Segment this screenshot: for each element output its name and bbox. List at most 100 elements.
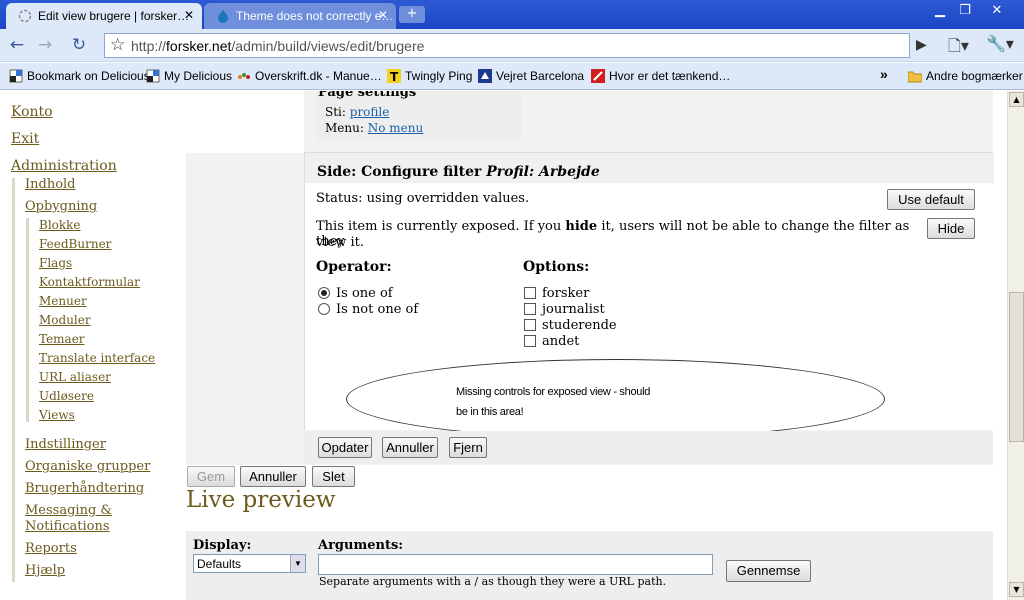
operator-radio-is-not-one-of[interactable] — [318, 303, 330, 315]
title-bar: Edit view brugere | forsker… ✕ Theme doe… — [0, 0, 1024, 29]
restore-button[interactable]: ❐ — [951, 2, 979, 20]
delete-button[interactable]: Slet — [312, 466, 355, 487]
go-icon[interactable]: ▶ — [916, 37, 927, 53]
url-path: /admin/build/views/edit/brugere — [231, 38, 425, 54]
other-bookmarks[interactable]: Andre bogmærker — [908, 69, 1023, 83]
page-menu-icon[interactable]: 🗋▾ — [948, 35, 969, 62]
sidebar-item-konto[interactable]: Konto — [11, 104, 53, 120]
sidebar-item-temaer[interactable]: Temaer — [39, 332, 85, 346]
tab-edit-view[interactable]: Edit view brugere | forsker… ✕ — [6, 3, 202, 29]
filter-name: Profil: Arbejde — [486, 164, 600, 180]
sidebar-item-organiske-grupper[interactable]: Organiske grupper — [25, 459, 150, 474]
back-icon[interactable]: ← — [4, 34, 30, 56]
scroll-up-icon[interactable]: ▲ — [1009, 92, 1024, 107]
page-viewport: Konto Exit Administration Indhold Opbygn… — [0, 91, 1007, 600]
filter-action-row: Opdater Annuller Fjern — [304, 431, 993, 464]
operator-radio-is-one-of[interactable] — [318, 287, 330, 299]
close-icon[interactable]: ✕ — [184, 8, 194, 22]
tab-title: Theme does not correctly e… — [236, 9, 394, 23]
option-checkbox-journalist[interactable] — [524, 303, 536, 315]
url-scheme: http:// — [131, 38, 167, 54]
save-button[interactable]: Gem — [187, 466, 235, 487]
option-checkbox-andet[interactable] — [524, 335, 536, 347]
menu-label: Menu: — [325, 121, 364, 135]
path-link[interactable]: profile — [350, 105, 390, 119]
twingly-icon: T — [387, 69, 401, 83]
sidebar-item-brugerhaandtering[interactable]: Brugerhåndtering — [25, 481, 144, 496]
use-default-button[interactable]: Use default — [887, 189, 975, 210]
sidebar-item-opbygning[interactable]: Opbygning — [25, 199, 97, 214]
wrench-icon[interactable]: 🔧▾ — [986, 34, 1014, 53]
options-label: Options: — [523, 259, 590, 275]
loading-icon — [18, 9, 32, 23]
sidebar-item-feedburner[interactable]: FeedBurner — [39, 237, 111, 251]
scroll-down-icon[interactable]: ▼ — [1009, 582, 1024, 597]
sidebar-item-flags[interactable]: Flags — [39, 256, 72, 270]
option-checkbox-forsker[interactable] — [524, 287, 536, 299]
scrollbar-thumb[interactable] — [1009, 292, 1024, 442]
sidebar-item-udlosere[interactable]: Udløsere — [39, 389, 94, 403]
remove-button[interactable]: Fjern — [449, 437, 487, 458]
bookmarks-bar: Bookmark on Delicious My Delicious Overs… — [0, 63, 1024, 90]
sidebar-item-translate-interface[interactable]: Translate interface — [39, 351, 155, 365]
chevron-down-icon: ▼ — [290, 555, 305, 572]
arguments-help: Separate arguments with a / as though th… — [319, 575, 667, 588]
sidebar-item-reports[interactable]: Reports — [25, 541, 77, 556]
chevron-right-icon[interactable]: » — [880, 66, 888, 82]
display-column — [186, 91, 304, 153]
operator-option-label: Is one of — [336, 286, 393, 301]
exposed-text-line2: view it. — [316, 235, 364, 250]
minimize-button[interactable]: ▁ — [926, 2, 954, 20]
sidebar-item-notifications[interactable]: Notifications — [25, 519, 110, 534]
status-text: Status: using overridden values. — [316, 191, 530, 206]
update-button[interactable]: Opdater — [318, 437, 372, 458]
new-tab-button[interactable]: + — [399, 6, 425, 23]
menu-link[interactable]: No menu — [368, 121, 423, 135]
bookmark-item[interactable]: Overskrift.dk - Manue… — [237, 69, 382, 83]
option-label: andet — [542, 334, 580, 349]
sidebar-item-indstillinger[interactable]: Indstillinger — [25, 437, 106, 452]
vertical-scrollbar[interactable]: ▲ ▼ — [1007, 91, 1024, 600]
bookmark-item[interactable]: Vejret Barcelona — [478, 69, 584, 83]
tab-drupal-issue[interactable]: Theme does not correctly e… ✕ — [204, 3, 396, 29]
option-checkbox-studerende[interactable] — [524, 319, 536, 331]
close-window-button[interactable]: ✕ — [983, 2, 1011, 20]
page-settings-title: Page settings — [318, 91, 417, 100]
overskrift-icon — [238, 73, 250, 79]
address-bar[interactable]: ☆ http://forsker.net/admin/build/views/e… — [104, 33, 910, 58]
panel-title: Side: Configure filter Profil: Arbejde — [317, 164, 600, 180]
live-preview-title: Live preview — [186, 487, 336, 513]
arguments-label: Arguments: — [318, 538, 404, 553]
sidebar-item-kontaktformular[interactable]: Kontaktformular — [39, 275, 140, 289]
sidebar-item-menuer[interactable]: Menuer — [39, 294, 87, 308]
cancel-filter-button[interactable]: Annuller — [382, 437, 438, 458]
tab-title: Edit view brugere | forsker… — [38, 9, 190, 23]
sidebar-item-url-aliaser[interactable]: URL aliaser — [39, 370, 111, 384]
display-label: Display: — [193, 538, 252, 553]
arguments-input[interactable] — [318, 554, 713, 575]
annotation-text: Missing controls for exposed view - shou… — [456, 386, 651, 418]
sidebar-item-administration[interactable]: Administration — [11, 158, 117, 174]
sidebar-item-messaging[interactable]: Messaging & — [25, 503, 112, 518]
display-select[interactable]: Defaults ▼ — [193, 554, 306, 573]
exposed-text: This item is currently exposed. If you h… — [316, 219, 910, 249]
sidebar-item-views[interactable]: Views — [39, 408, 75, 422]
bookmark-item[interactable]: Hvor er det tænkend… — [591, 69, 730, 83]
preview-submit-button[interactable]: Gennemse — [726, 560, 811, 582]
star-icon[interactable]: ☆ — [110, 35, 125, 55]
page-icon — [591, 69, 605, 83]
hide-button[interactable]: Hide — [927, 218, 975, 239]
sidebar-item-hjaelp[interactable]: Hjælp — [25, 563, 65, 578]
close-icon[interactable]: ✕ — [378, 8, 388, 22]
bookmark-item[interactable]: Bookmark on Delicious — [9, 69, 150, 83]
bookmark-item[interactable]: My Delicious — [146, 69, 232, 83]
sidebar-item-indhold[interactable]: Indhold — [25, 177, 76, 192]
reload-icon[interactable]: ↻ — [66, 34, 92, 56]
sidebar-item-moduler[interactable]: Moduler — [39, 313, 91, 327]
sidebar-item-exit[interactable]: Exit — [11, 131, 39, 147]
forward-icon[interactable]: → — [32, 34, 58, 56]
operator-label: Operator: — [316, 259, 392, 275]
bookmark-item[interactable]: T Twingly Ping — [387, 69, 472, 83]
cancel-button[interactable]: Annuller — [240, 466, 306, 487]
sidebar-item-blokke[interactable]: Blokke — [39, 218, 81, 232]
